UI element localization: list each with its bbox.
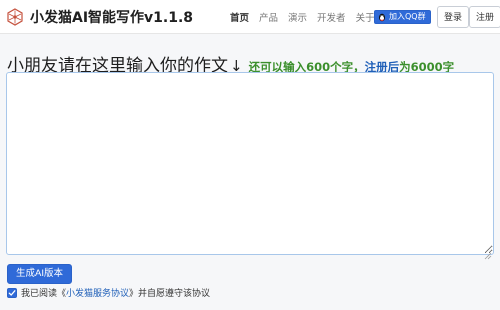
qq-group-label: 加入QQ群 [389,12,426,21]
nav-item-home[interactable]: 首页 [230,10,249,24]
qq-penguin-icon [377,12,387,22]
generate-ai-version-button[interactable]: 生成AI版本 [7,264,72,284]
hexagon-network-logo-icon [6,8,24,26]
nav-item-about[interactable]: 关于 [356,10,375,24]
check-icon [8,289,16,296]
nav-item-demo[interactable]: 演示 [288,10,307,24]
brand[interactable]: 小发猫AI智能写作v1.1.8 [6,7,193,27]
top-navigation-bar: 小发猫AI智能写作v1.1.8 首页 产品 演示 开发者 关于 加入QQ群 登录… [0,0,500,34]
main-nav: 首页 产品 演示 开发者 关于 [230,10,375,24]
agreement-row: 我已阅读《小发猫服务协议》并自愿遵守该协议 [7,286,210,299]
nav-item-developers[interactable]: 开发者 [317,10,346,24]
essay-input[interactable] [6,72,494,255]
agreement-suffix: 》并自愿遵守该协议 [129,289,211,299]
join-qq-group-button[interactable]: 加入QQ群 [374,10,431,24]
login-button[interactable]: 登录 [437,6,470,28]
app-title: 小发猫AI智能写作v1.1.8 [30,10,194,26]
agreement-prefix: 我已阅读《 [21,289,67,299]
service-agreement-link[interactable]: 小发猫服务协议 [66,289,129,299]
agreement-text: 我已阅读《小发猫服务协议》并自愿遵守该协议 [21,286,210,299]
agreement-checkbox[interactable] [7,287,17,298]
nav-item-products[interactable]: 产品 [259,10,278,24]
register-button[interactable]: 注册 [469,6,500,28]
